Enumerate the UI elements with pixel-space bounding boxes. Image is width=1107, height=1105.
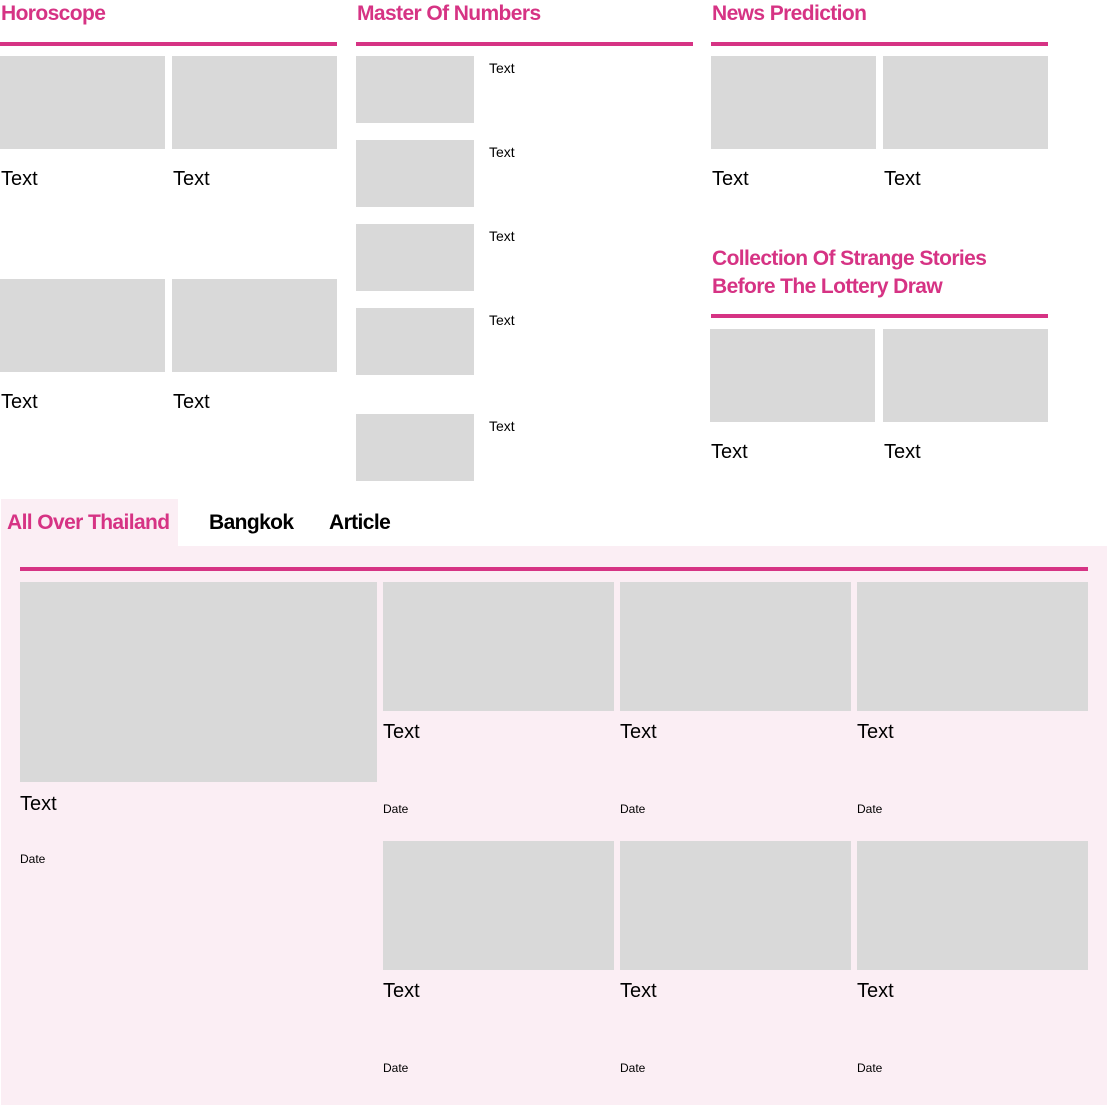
strange-card-2-caption[interactable]: Text [884, 440, 921, 464]
news-prediction-title: News Prediction [712, 2, 867, 25]
master-item-3-caption[interactable]: Text [489, 227, 515, 245]
tab-panel-divider [20, 567, 1088, 571]
feed-item-2-caption[interactable]: Text [620, 720, 657, 744]
strange-stories-divider [711, 314, 1048, 318]
master-item-5-image[interactable] [356, 414, 474, 481]
master-of-numbers-title: Master Of Numbers [357, 2, 541, 25]
feed-item-5-date: Date [620, 1061, 646, 1075]
featured-article-image[interactable] [20, 582, 377, 782]
feed-item-6-image[interactable] [857, 841, 1088, 970]
feed-item-6-caption[interactable]: Text [857, 979, 894, 1003]
featured-article-date: Date [20, 852, 46, 866]
horoscope-card-3-image[interactable] [0, 279, 165, 372]
feed-item-3-image[interactable] [857, 582, 1088, 711]
strange-stories-title: Collection Of Strange Stories Before The… [712, 247, 987, 298]
master-item-4-caption[interactable]: Text [489, 311, 515, 329]
feed-item-3-date: Date [857, 802, 883, 816]
strange-card-1-image[interactable] [710, 329, 875, 422]
feed-item-6-date: Date [857, 1061, 883, 1075]
horoscope-card-4-caption[interactable]: Text [173, 390, 210, 414]
news-card-2-caption[interactable]: Text [884, 167, 921, 191]
master-item-1-image[interactable] [356, 56, 474, 123]
news-prediction-divider [711, 42, 1048, 46]
feed-item-2-date: Date [620, 802, 646, 816]
master-item-2-caption[interactable]: Text [489, 143, 515, 161]
horoscope-card-2-image[interactable] [172, 56, 337, 149]
feed-item-3-caption[interactable]: Text [857, 720, 894, 744]
feed-item-2-image[interactable] [620, 582, 851, 711]
master-of-numbers-divider [356, 42, 693, 46]
master-item-1-caption[interactable]: Text [489, 59, 515, 77]
horoscope-title: Horoscope [1, 2, 106, 25]
feed-item-5-caption[interactable]: Text [620, 979, 657, 1003]
feed-item-4-date: Date [383, 1061, 409, 1075]
news-card-1-caption[interactable]: Text [712, 167, 749, 191]
feed-item-1-caption[interactable]: Text [383, 720, 420, 744]
feed-item-4-caption[interactable]: Text [383, 979, 420, 1003]
horoscope-divider [0, 42, 337, 46]
news-card-2-image[interactable] [883, 56, 1048, 149]
master-item-4-image[interactable] [356, 308, 474, 375]
featured-article-caption[interactable]: Text [20, 792, 57, 816]
master-item-5-caption[interactable]: Text [489, 417, 515, 435]
tab-bangkok[interactable]: Bangkok [209, 499, 294, 546]
horoscope-card-2-caption[interactable]: Text [173, 167, 210, 191]
horoscope-card-3-caption[interactable]: Text [1, 390, 38, 414]
tab-all-over-thailand[interactable]: All Over Thailand [1, 499, 178, 546]
tab-article[interactable]: Article [329, 499, 391, 546]
feed-item-4-image[interactable] [383, 841, 614, 970]
horoscope-card-1-image[interactable] [0, 56, 165, 149]
strange-card-1-caption[interactable]: Text [711, 440, 748, 464]
horoscope-card-1-caption[interactable]: Text [1, 167, 38, 191]
horoscope-card-4-image[interactable] [172, 279, 337, 372]
feed-item-5-image[interactable] [620, 841, 851, 970]
news-card-1-image[interactable] [711, 56, 876, 149]
master-item-3-image[interactable] [356, 224, 474, 291]
master-item-2-image[interactable] [356, 140, 474, 207]
strange-card-2-image[interactable] [883, 329, 1048, 422]
feed-item-1-date: Date [383, 802, 409, 816]
feed-item-1-image[interactable] [383, 582, 614, 711]
